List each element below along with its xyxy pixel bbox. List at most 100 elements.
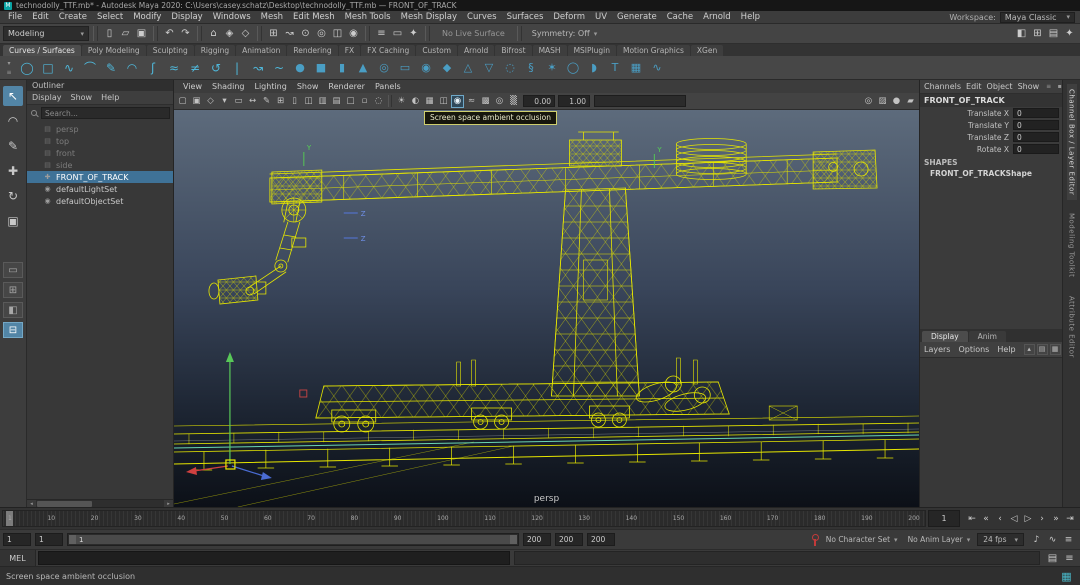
open-scene-icon[interactable]: ▱: [118, 26, 133, 41]
polygon-plane-icon[interactable]: ▭: [395, 58, 415, 78]
shadows-icon[interactable]: ◐: [409, 95, 422, 108]
polygon-gear-icon[interactable]: ✶: [542, 58, 562, 78]
shelf-tab-motion-graphics[interactable]: Motion Graphics: [617, 45, 690, 56]
polygon-cylinder-icon[interactable]: ▮: [332, 58, 352, 78]
options-menu[interactable]: Options: [958, 345, 989, 354]
outliner-menu-item[interactable]: Show: [71, 93, 93, 102]
menu-item[interactable]: Edit: [27, 12, 53, 22]
detach-curves-icon[interactable]: ≠: [185, 58, 205, 78]
play-forwards-button[interactable]: ▷: [1021, 511, 1035, 527]
open-close-curve-icon[interactable]: ↺: [206, 58, 226, 78]
shelf-tab-poly-modeling[interactable]: Poly Modeling: [82, 45, 146, 56]
nurbs-square-icon[interactable]: □: [38, 58, 58, 78]
command-history-icon[interactable]: ≡: [1062, 551, 1077, 566]
isolate-select-icon[interactable]: ◎: [862, 95, 875, 108]
menuset-selector[interactable]: Modeling ▾: [3, 26, 89, 41]
shelf-tab-rigging[interactable]: Rigging: [195, 45, 235, 56]
select-by-object-icon[interactable]: ◈: [222, 26, 237, 41]
menu-item[interactable]: Mesh: [256, 12, 288, 22]
shelf-tab-rendering[interactable]: Rendering: [287, 45, 337, 56]
polygon-cone-icon[interactable]: ▲: [353, 58, 373, 78]
outliner-item-default-object-set[interactable]: ◉ defaultObjectSet: [27, 195, 173, 207]
animation-end-field[interactable]: 200: [555, 533, 583, 546]
menu-item[interactable]: Windows: [208, 12, 256, 22]
shelf-tab-selector-icon[interactable]: ▾: [3, 59, 15, 67]
polygon-prism-icon[interactable]: ▽: [479, 58, 499, 78]
script-editor-icon[interactable]: ▤: [1045, 551, 1060, 566]
menu-item[interactable]: Generate: [612, 12, 662, 22]
select-by-hierarchy-icon[interactable]: ⌂: [206, 26, 221, 41]
open-render-view-icon[interactable]: ▭: [390, 26, 405, 41]
playback-start-field[interactable]: 1: [35, 533, 63, 546]
polygon-helix-icon[interactable]: §: [521, 58, 541, 78]
polygon-type-icon[interactable]: T: [605, 58, 625, 78]
make-live-icon[interactable]: ◉: [346, 26, 361, 41]
select-tool-icon[interactable]: ↖: [3, 86, 23, 106]
range-start-handle[interactable]: [69, 535, 76, 544]
menu-item[interactable]: Arnold: [698, 12, 736, 22]
workspace-selector[interactable]: Maya Classic ▾: [1000, 12, 1075, 23]
title-bar[interactable]: M technodolly_TTF.mb* - Autodesk Maya 20…: [0, 0, 1080, 11]
lock-camera-icon[interactable]: ▣: [190, 95, 203, 108]
arc-tool-icon[interactable]: ◠: [122, 58, 142, 78]
outliner-item-top[interactable]: ▤ top: [27, 135, 173, 147]
texturing-icon[interactable]: ▦: [423, 95, 436, 108]
platonic-solid-icon[interactable]: ◆: [437, 58, 457, 78]
go-to-end-button[interactable]: ⇥: [1063, 511, 1077, 527]
channel-value-field[interactable]: 0: [1013, 120, 1059, 130]
channel-value-field[interactable]: 0: [1013, 132, 1059, 142]
outliner-item-front-of-track[interactable]: ✚ FRONT_OF_TRACK: [27, 171, 173, 183]
go-to-start-button[interactable]: ⇤: [965, 511, 979, 527]
channel-menu-object[interactable]: Object: [987, 82, 1013, 91]
shelf-menu-icon[interactable]: ≡: [3, 68, 15, 76]
polygon-disc-icon[interactable]: ◉: [416, 58, 436, 78]
render-current-frame-icon[interactable]: ✦: [406, 26, 421, 41]
menu-item[interactable]: Mesh Tools: [340, 12, 396, 22]
menu-item[interactable]: Help: [736, 12, 765, 22]
shape-node-name[interactable]: FRONT_OF_TRACKShape: [920, 168, 1062, 179]
no-live-surface-label[interactable]: No Live Surface: [434, 29, 513, 38]
step-forward-key-button[interactable]: ›: [1035, 511, 1049, 527]
shelf-tab-animation[interactable]: Animation: [236, 45, 286, 56]
channel-name[interactable]: Rotate X: [977, 145, 1009, 154]
move-tool-icon[interactable]: ✚: [3, 161, 23, 181]
outliner-menu-item[interactable]: Help: [101, 93, 119, 102]
viewport-menu-item[interactable]: Lighting: [249, 82, 291, 91]
anim-layer-selector[interactable]: No Anim Layer ▾: [905, 535, 974, 544]
menu-item[interactable]: Curves: [462, 12, 502, 22]
lasso-select-tool-icon[interactable]: ◠: [3, 111, 23, 131]
tab-modeling-toolkit[interactable]: Modeling Toolkit: [1067, 208, 1077, 282]
help-menu[interactable]: Help: [997, 345, 1015, 354]
screen-space-ambient-occlusion-icon[interactable]: ◉: [451, 95, 464, 108]
menu-item[interactable]: Display: [166, 12, 207, 22]
resolution-gate-icon[interactable]: ◫: [302, 95, 315, 108]
channel-value-field[interactable]: 0: [1013, 144, 1059, 154]
command-result-field[interactable]: [514, 551, 1040, 565]
snap-to-curve-icon[interactable]: ↝: [282, 26, 297, 41]
polygon-sphere-icon[interactable]: ●: [290, 58, 310, 78]
polygon-pyramid-icon[interactable]: △: [458, 58, 478, 78]
menu-item[interactable]: Edit Mesh: [288, 12, 340, 22]
selected-object-name[interactable]: FRONT_OF_TRACK: [920, 94, 1062, 107]
new-layer-from-selected-icon[interactable]: ▦: [1050, 344, 1061, 355]
film-gate-icon[interactable]: ▯: [288, 95, 301, 108]
mel-toggle-button[interactable]: MEL: [0, 550, 36, 566]
gamma-field[interactable]: 1.00: [558, 95, 590, 107]
step-forward-frame-button[interactable]: »: [1049, 511, 1063, 527]
undo-icon[interactable]: ↶: [162, 26, 177, 41]
outliner-menu-item[interactable]: Display: [32, 93, 62, 102]
safe-action-icon[interactable]: □: [344, 95, 357, 108]
shelf-tab-custom[interactable]: Custom: [416, 45, 457, 56]
insert-knot-icon[interactable]: |: [227, 58, 247, 78]
rotate-tool-icon[interactable]: ↻: [3, 186, 23, 206]
redo-icon[interactable]: ↷: [178, 26, 193, 41]
cv-curve-tool-icon[interactable]: ⌒: [80, 58, 100, 78]
shelf-tab-mash[interactable]: MASH: [533, 45, 567, 56]
super-ellipse-icon[interactable]: ◗: [584, 58, 604, 78]
view-transform-selector[interactable]: [594, 95, 686, 107]
menu-item[interactable]: Create: [54, 12, 92, 22]
select-by-component-icon[interactable]: ◇: [238, 26, 253, 41]
symmetry-selector[interactable]: Symmetry: Off ▾: [526, 29, 603, 38]
viewport-menu-item[interactable]: Shading: [207, 82, 250, 91]
bookmarks-icon[interactable]: ▾: [218, 95, 231, 108]
